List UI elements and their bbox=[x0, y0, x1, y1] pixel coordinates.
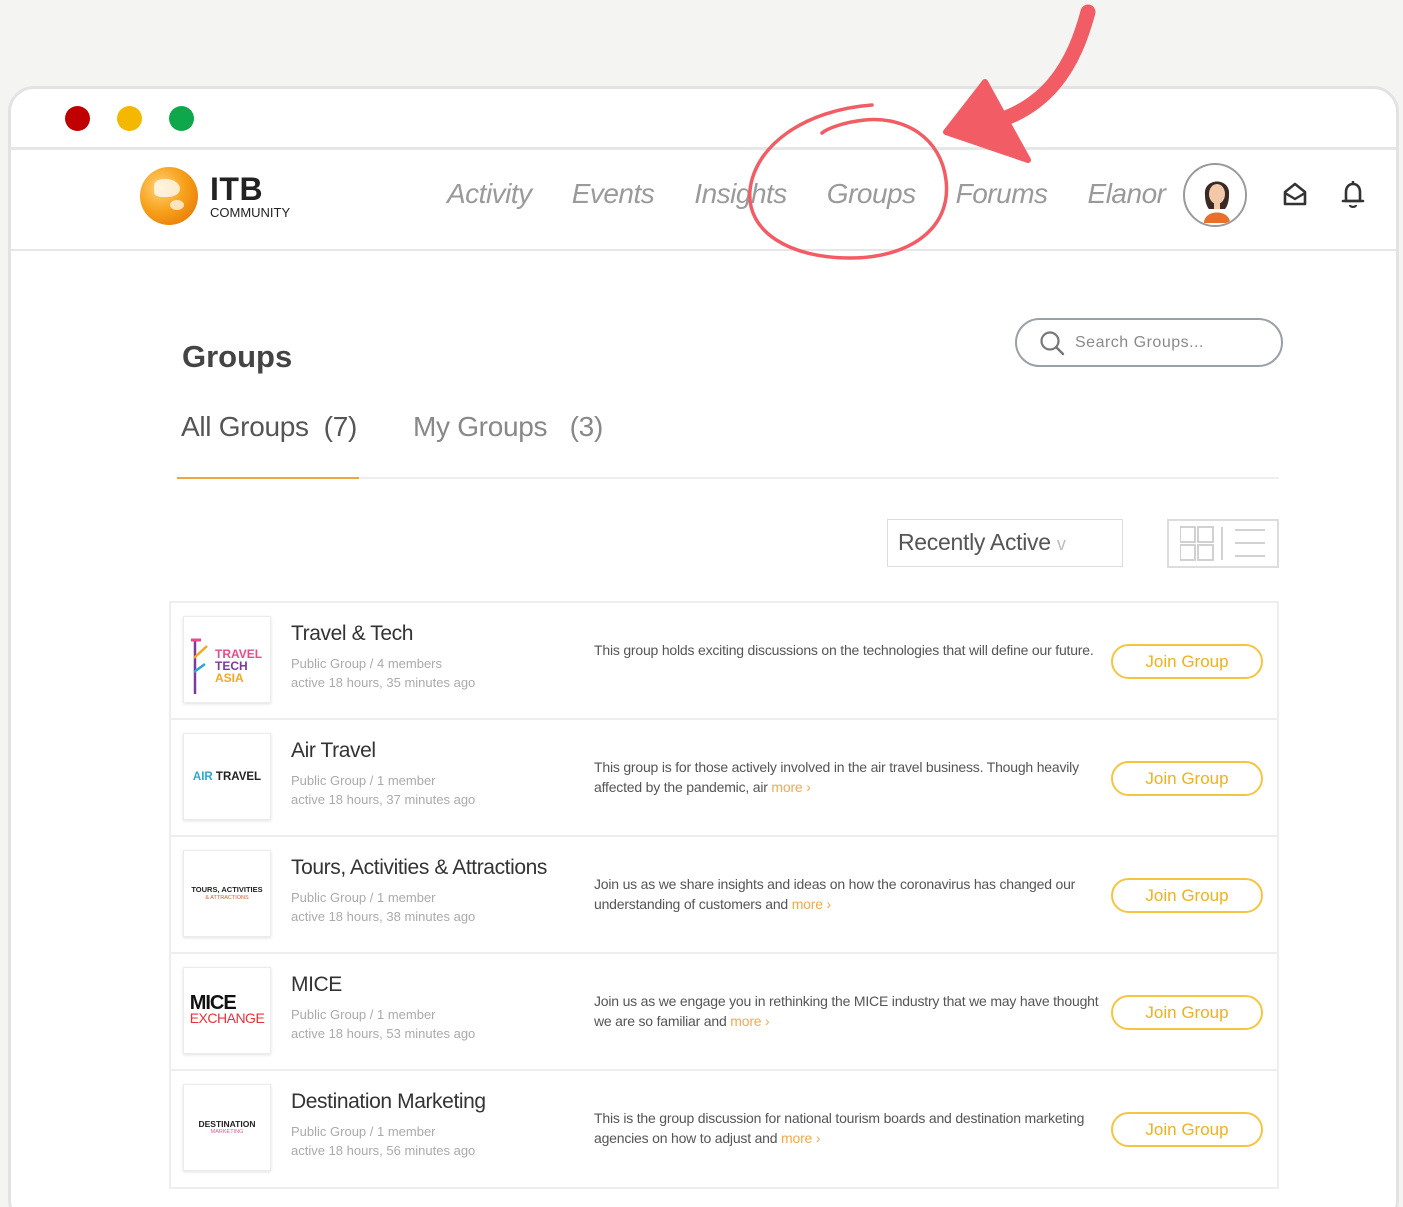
page-title: Groups bbox=[182, 339, 293, 374]
globe-logo-icon bbox=[140, 167, 198, 225]
group-name[interactable]: MICE bbox=[291, 973, 342, 997]
group-name[interactable]: Travel & Tech bbox=[291, 622, 413, 646]
join-group-button[interactable]: Join Group bbox=[1111, 878, 1263, 913]
bell-icon[interactable] bbox=[1339, 179, 1367, 209]
group-tabs: All Groups (7) My Groups (3) bbox=[177, 409, 1279, 479]
group-last-active: active 18 hours, 38 minutes ago bbox=[291, 909, 476, 924]
group-description: Join us as we engage you in rethinking t… bbox=[594, 993, 1099, 1029]
svg-text:ASIA: ASIA bbox=[215, 671, 244, 685]
user-avatar-icon bbox=[1187, 167, 1245, 225]
tab-my-groups[interactable]: My Groups (3) bbox=[413, 411, 603, 443]
grid-view-icon[interactable] bbox=[1180, 525, 1214, 561]
group-description: This group is for those actively involve… bbox=[594, 759, 1079, 795]
view-toggle bbox=[1167, 519, 1279, 568]
list-item: AIR TRAVEL Air Travel Public Group / 1 m… bbox=[171, 720, 1277, 837]
maximize-window-button[interactable] bbox=[169, 106, 194, 131]
list-item: TRAVEL TECH ASIA Travel & Tech Public Gr… bbox=[171, 603, 1277, 720]
group-description: This group holds exciting discussions on… bbox=[594, 642, 1094, 658]
chevron-down-icon: v bbox=[1056, 534, 1066, 554]
nav-insights[interactable]: Insights bbox=[694, 178, 787, 210]
minimize-window-button[interactable] bbox=[117, 106, 142, 131]
group-type-members: Public Group / 1 member bbox=[291, 773, 436, 788]
nav-profile-name[interactable]: Elanor bbox=[1088, 178, 1166, 210]
group-logo-tours-activities[interactable]: TOURS, ACTIVITIES & ATTRACTIONS bbox=[183, 850, 271, 937]
group-last-active: active 18 hours, 37 minutes ago bbox=[291, 792, 476, 807]
nav-forums[interactable]: Forums bbox=[956, 178, 1048, 210]
list-item: TOURS, ACTIVITIES & ATTRACTIONS Tours, A… bbox=[171, 837, 1277, 954]
group-description: Join us as we share insights and ideas o… bbox=[594, 876, 1076, 912]
group-logo-mice-exchange[interactable]: MICE EXCHANGE bbox=[183, 967, 271, 1054]
inbox-icon[interactable] bbox=[1281, 179, 1309, 209]
group-name[interactable]: Destination Marketing bbox=[291, 1090, 486, 1114]
group-name[interactable]: Tours, Activities & Attractions bbox=[291, 856, 547, 880]
avatar[interactable] bbox=[1183, 163, 1247, 227]
group-type-members: Public Group / 1 member bbox=[291, 1124, 436, 1139]
group-last-active: active 18 hours, 56 minutes ago bbox=[291, 1143, 476, 1158]
group-logo-destination-marketing[interactable]: DESTINATION MARKETING bbox=[183, 1084, 271, 1171]
more-link[interactable]: more › bbox=[771, 779, 810, 795]
group-last-active: active 18 hours, 53 minutes ago bbox=[291, 1026, 476, 1041]
group-type-members: Public Group / 1 member bbox=[291, 890, 436, 905]
group-logo-travel-tech[interactable]: TRAVEL TECH ASIA bbox=[183, 616, 271, 703]
sort-selected-value: Recently Active bbox=[898, 529, 1051, 555]
search-groups-box[interactable] bbox=[1015, 318, 1283, 367]
logo-title: ITB bbox=[210, 171, 264, 207]
more-link[interactable]: more › bbox=[792, 896, 831, 912]
list-item: DESTINATION MARKETING Destination Market… bbox=[171, 1071, 1277, 1188]
search-input[interactable] bbox=[1075, 333, 1275, 352]
tab-all-groups[interactable]: All Groups (7) bbox=[181, 411, 357, 443]
group-name[interactable]: Air Travel bbox=[291, 739, 376, 763]
nav-events[interactable]: Events bbox=[572, 178, 655, 210]
group-description: This is the group discussion for nationa… bbox=[594, 1110, 1085, 1146]
close-window-button[interactable] bbox=[65, 106, 90, 131]
itb-logo[interactable]: ITB COMMUNITY bbox=[140, 167, 290, 225]
browser-window: ITB COMMUNITY Activity Events Insights G… bbox=[8, 86, 1399, 1207]
search-icon bbox=[1040, 330, 1065, 355]
join-group-button[interactable]: Join Group bbox=[1111, 995, 1263, 1030]
nav-groups[interactable]: Groups bbox=[827, 178, 916, 210]
join-group-button[interactable]: Join Group bbox=[1111, 1112, 1263, 1147]
list-item: MICE EXCHANGE MICE Public Group / 1 memb… bbox=[171, 954, 1277, 1071]
nav-activity[interactable]: Activity bbox=[447, 178, 532, 210]
group-list: TRAVEL TECH ASIA Travel & Tech Public Gr… bbox=[169, 601, 1279, 1189]
nav-links: Activity Events Insights Groups Forums E… bbox=[447, 178, 1205, 210]
join-group-button[interactable]: Join Group bbox=[1111, 761, 1263, 796]
more-link[interactable]: more › bbox=[781, 1130, 820, 1146]
join-group-button[interactable]: Join Group bbox=[1111, 644, 1263, 679]
window-controls bbox=[65, 106, 194, 131]
group-logo-air-travel[interactable]: AIR TRAVEL bbox=[183, 733, 271, 820]
list-view-icon[interactable] bbox=[1235, 528, 1265, 557]
group-type-members: Public Group / 1 member bbox=[291, 1007, 436, 1022]
more-link[interactable]: more › bbox=[730, 1013, 769, 1029]
group-last-active: active 18 hours, 35 minutes ago bbox=[291, 675, 476, 690]
top-navbar: ITB COMMUNITY Activity Events Insights G… bbox=[11, 147, 1396, 251]
sort-dropdown[interactable]: Recently Active v bbox=[887, 519, 1123, 567]
active-tab-indicator bbox=[177, 477, 359, 479]
logo-subtitle: COMMUNITY bbox=[210, 205, 291, 220]
group-type-members: Public Group / 4 members bbox=[291, 656, 443, 671]
